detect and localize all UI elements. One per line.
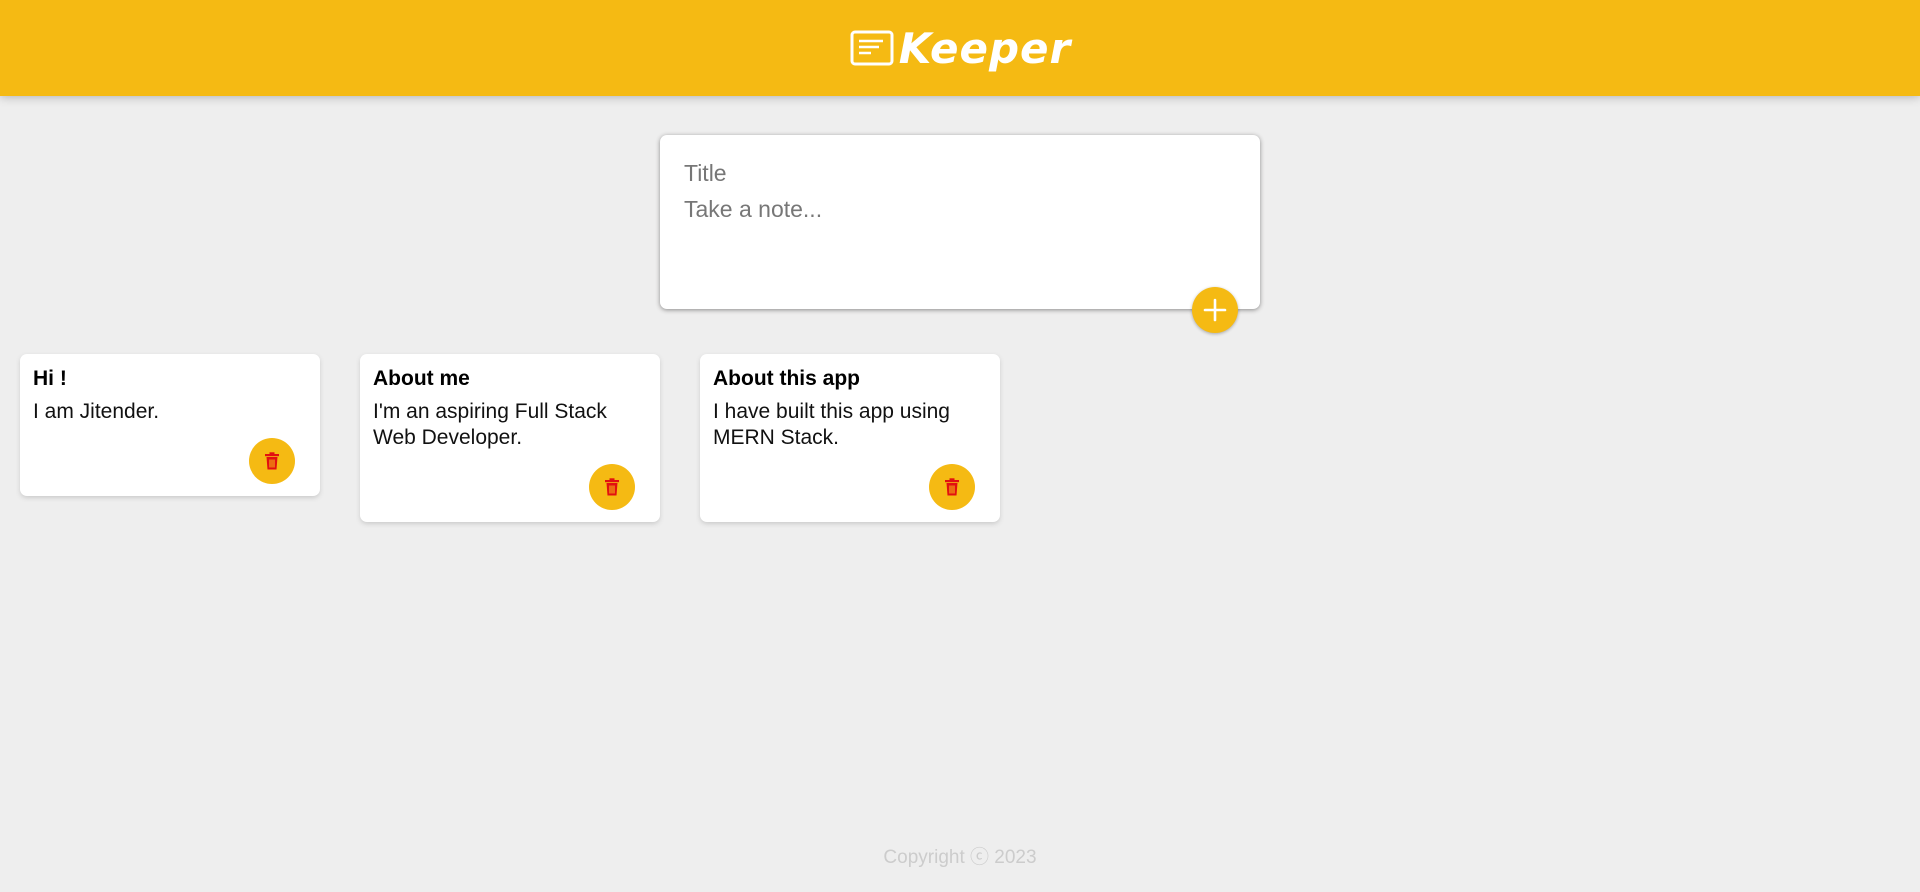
app-header: Keeper xyxy=(0,0,1920,96)
delete-note-button[interactable] xyxy=(929,464,975,510)
trash-icon xyxy=(605,478,619,496)
note-card: About this app I have built this app usi… xyxy=(700,354,1000,522)
note-content: I have built this app using MERN Stack. xyxy=(713,400,956,449)
note-card: Hi ! I am Jitender. xyxy=(20,354,320,496)
note-title: Hi ! xyxy=(33,367,67,390)
note-title: About me xyxy=(373,367,470,390)
add-note-button[interactable] xyxy=(1192,287,1238,333)
note-content: I am Jitender. xyxy=(33,400,160,423)
brand: Keeper xyxy=(849,24,1071,73)
create-note-form xyxy=(660,135,1260,309)
delete-note-button[interactable] xyxy=(249,438,295,484)
note-title-input[interactable] xyxy=(684,157,1236,189)
trash-icon xyxy=(945,478,959,496)
plus-icon xyxy=(1203,298,1227,322)
app-title: Keeper xyxy=(898,23,1072,73)
delete-note-button[interactable] xyxy=(589,464,635,510)
trash-icon xyxy=(265,452,279,470)
copyright-text: Copyright ⓒ 2023 xyxy=(883,847,1037,868)
note-card: About me I'm an aspiring Full Stack Web … xyxy=(360,354,660,522)
footer: Copyright ⓒ 2023 xyxy=(0,842,1920,869)
note-icon xyxy=(850,30,894,66)
note-content: I'm an aspiring Full Stack Web Developer… xyxy=(373,400,613,449)
note-content-input[interactable] xyxy=(684,193,1236,293)
note-title: About this app xyxy=(713,367,860,390)
